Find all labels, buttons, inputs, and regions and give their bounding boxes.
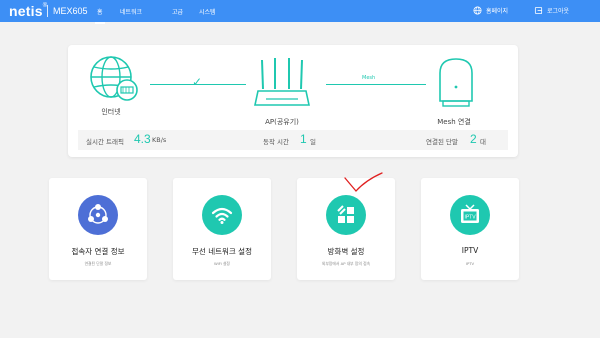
clients-unit: 대 [480,138,486,146]
card-title: 무선 네트워크 설정 [192,247,252,256]
uptime-label: 동작 시간 [263,138,289,146]
stats-bar: 실시간 트래픽 4.3 KB/s 동작 시간 1 일 연결된 단말 2 대 [78,130,508,150]
traffic-label: 실시간 트래픽 [86,138,124,146]
card-subtitle: WiFi 설정 [214,261,230,266]
card-subtitle: 외부망에서 AP 내부 망의 접속 [321,261,371,266]
model-name: MEX605 [53,6,88,16]
nav-advanced[interactable]: 고급 [172,7,183,16]
card-title: 접속자 연결 정보 [71,247,125,256]
network-status-card: 인터넷 ✓ AP(공유기) Mesh Mesh 연결 실시간 트래픽 4.3 K… [68,45,518,157]
clients-value: 2 [470,132,477,146]
router-icon [254,58,310,106]
users-icon [78,195,118,235]
card-wireless-settings[interactable]: 무선 네트워크 설정 WiFi 설정 [173,178,271,280]
wifi-icon [202,195,242,235]
mesh-label: Mesh 연결 [437,118,471,126]
traffic-unit: KB/s [152,136,167,144]
uptime-value: 1 [300,132,307,146]
nav-system[interactable]: 시스템 [199,7,216,16]
nav-home[interactable]: 홈 [95,7,104,24]
red-checkmark-annotation [344,172,383,192]
internet-label: 인터넷 [101,108,121,116]
globe-icon [473,6,482,15]
traffic-value: 4.3 [134,132,151,146]
ap-label: AP(공유기) [265,118,299,126]
uptime-unit: 일 [310,138,316,146]
mesh-node-icon [439,58,473,107]
card-title: IPTV [461,246,479,255]
internet-globe-icon [90,56,138,101]
tv-icon: IPTV [450,195,490,235]
homepage-label: 홈페이지 [486,8,509,15]
card-iptv[interactable]: IPTV IPTV IPTV [421,178,519,280]
svg-text:IPTV: IPTV [464,214,476,220]
card-subtitle: 연결된 단말 정보 [84,261,112,266]
homepage-link[interactable]: 홈페이지 [473,6,508,15]
ap-mesh-link [326,84,426,85]
top-navigation-bar: netis® MEX605 홈 네트워크 고급 시스템 홈페이지 로그아웃 [0,0,600,24]
card-title: 방화벽 설정 [327,247,365,256]
logout-icon [534,6,543,15]
brand-divider [47,5,48,17]
logout-button[interactable]: 로그아웃 [534,6,569,15]
logout-label: 로그아웃 [547,8,570,15]
connected-check-icon: ✓ [192,75,203,89]
card-subtitle: IPTV [465,261,475,266]
firewall-icon [326,195,366,235]
card-connected-users[interactable]: 접속자 연결 정보 연결된 단말 정보 [49,178,147,280]
netis-logo[interactable]: netis® [9,3,47,19]
clients-label: 연결된 단말 [426,138,458,146]
nav-network[interactable]: 네트워크 [120,7,142,16]
mesh-link-tag: Mesh [362,75,376,81]
